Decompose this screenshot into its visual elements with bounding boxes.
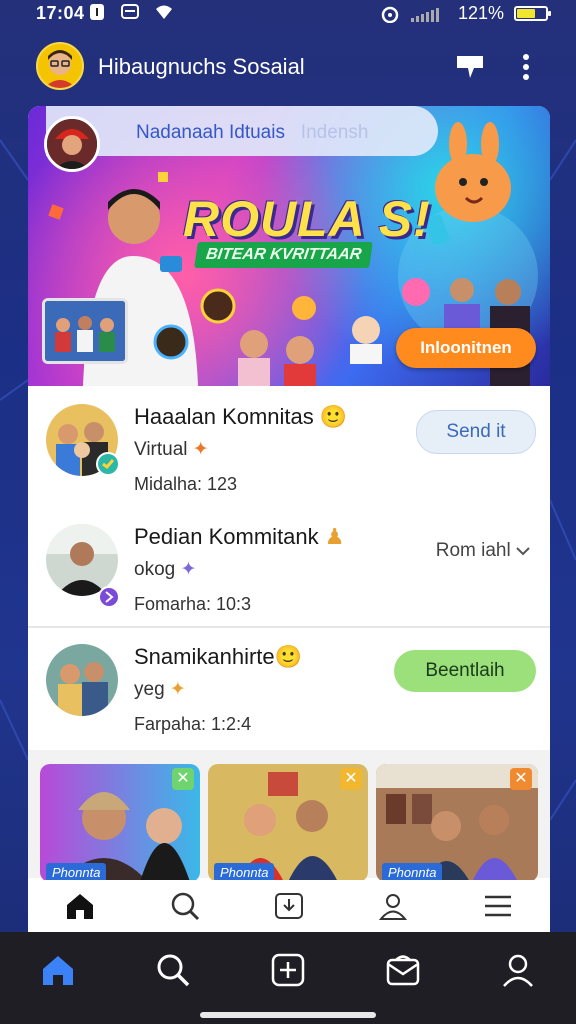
close-icon[interactable]: ✕ — [340, 768, 362, 790]
community-meta: Farpaha: 1:2:4 — [134, 714, 252, 734]
profile-tab-icon — [379, 894, 408, 920]
tab-search[interactable] — [165, 886, 205, 926]
community-type: yeg ✦ — [134, 679, 186, 700]
role-dropdown[interactable]: Rom iahl — [420, 530, 530, 572]
group-photo-icon — [45, 301, 125, 361]
sparkle-icon: ✦ — [192, 439, 209, 460]
bottom-navigation — [0, 932, 576, 1024]
chevron-down-icon — [516, 547, 530, 556]
message-icon — [121, 4, 139, 19]
banner-children — [238, 316, 382, 386]
more-vert-icon — [523, 54, 529, 80]
community-name: Haaalan Komnitas 🙂 — [134, 404, 348, 429]
nav-messages[interactable] — [379, 946, 427, 994]
avatar-face-icon — [47, 119, 97, 169]
join-button[interactable]: Beentlaih — [394, 650, 536, 692]
status-notification-icons — [88, 3, 174, 21]
media-thumbnail[interactable]: ✕ Phonnta — [376, 764, 538, 882]
alarm-icon — [381, 6, 399, 23]
battery-percent: 121% — [457, 3, 504, 23]
app-header: Hibaugnuchs Sosaial — [0, 38, 576, 96]
avatar-face-icon — [44, 50, 76, 88]
home-indicator[interactable] — [200, 1012, 376, 1018]
search-icon — [171, 892, 199, 921]
main-card: Nadanaah Idtuais Indensh ROULA S! BITEAR… — [28, 106, 550, 932]
banner-headline: ROULA S! — [183, 191, 431, 247]
banner-profile-avatar[interactable] — [44, 116, 100, 172]
notification-icon — [90, 4, 104, 20]
nav-profile[interactable] — [494, 946, 542, 994]
nav-create[interactable] — [264, 946, 312, 994]
community-item[interactable]: Pedian Kommitank ♟ okog ✦ Fomarha: 10:3 … — [28, 506, 550, 626]
user-avatar[interactable] — [36, 42, 84, 90]
messages-icon — [386, 955, 420, 986]
emoji-icon: 🙂 — [319, 404, 348, 429]
community-meta: Fomarha: 10:3 — [134, 594, 252, 614]
status-system: 121% — [380, 3, 551, 24]
more-options-button[interactable] — [520, 52, 532, 87]
chat-icon — [457, 56, 483, 78]
community-item[interactable]: Haaalan Komnitas 🙂 Virtual ✦ Midalha: 12… — [28, 386, 550, 506]
nav-search[interactable] — [149, 946, 197, 994]
group-badge-icon — [98, 586, 120, 608]
community-avatar — [44, 642, 120, 718]
home-icon — [67, 894, 94, 919]
download-icon — [274, 893, 303, 919]
inner-tab-bar — [28, 880, 550, 932]
banner-cta-button[interactable]: Inloonitnen — [396, 328, 536, 368]
signal-icon — [410, 7, 439, 22]
emoji-icon: ♟ — [324, 524, 345, 549]
wifi-icon — [156, 5, 172, 19]
sparkle-icon: ✦ — [169, 679, 186, 700]
chat-button[interactable] — [454, 52, 486, 85]
home-icon — [42, 956, 73, 985]
close-icon[interactable]: ✕ — [172, 768, 194, 790]
sparkle-icon: ✦ — [180, 559, 197, 580]
community-name: Snamikanhirte🙂 — [134, 644, 303, 669]
media-thumbnail[interactable]: ✕ Phonnta — [208, 764, 368, 882]
media-thumbnails: ✕ Phonnta ✕ Phonnta ✕ Phonnta — [28, 750, 550, 882]
couple-photo-icon — [46, 644, 118, 716]
tab-menu[interactable] — [478, 886, 518, 926]
add-icon — [271, 953, 305, 987]
community-meta: Midalha: 123 — [134, 474, 238, 494]
community-type: Virtual ✦ — [134, 439, 209, 460]
tab-profile[interactable] — [373, 886, 413, 926]
status-bar: 17:04 121% — [0, 0, 576, 28]
battery-level — [517, 9, 536, 18]
nav-home[interactable] — [34, 946, 82, 994]
tab-home[interactable] — [60, 886, 100, 926]
banner-subtitle: BITEAR KVRITTAAR — [194, 242, 374, 268]
community-type: okog ✦ — [134, 559, 197, 580]
profile-icon — [503, 954, 534, 987]
verified-badge-icon — [96, 452, 120, 476]
search-icon — [157, 954, 190, 987]
media-thumbnail[interactable]: ✕ Phonnta — [40, 764, 200, 882]
menu-icon — [484, 895, 511, 917]
tab-download[interactable] — [269, 886, 309, 926]
close-icon[interactable]: ✕ — [510, 768, 532, 790]
send-it-button[interactable]: Send it — [416, 410, 536, 454]
battery-icon — [514, 6, 551, 21]
emoji-icon: 🙂 — [274, 644, 303, 669]
status-time: 17:04 — [36, 3, 85, 23]
community-name: Pedian Kommitank ♟ — [134, 524, 345, 549]
promo-banner[interactable]: Nadanaah Idtuais Indensh ROULA S! BITEAR… — [28, 106, 550, 386]
app-title: Hibaugnuchs Sosaial — [98, 54, 305, 79]
banner-tablet-illustration — [42, 298, 128, 364]
community-item[interactable]: Snamikanhirte🙂 yeg ✦ Farpaha: 1:2:4 Been… — [28, 626, 550, 746]
